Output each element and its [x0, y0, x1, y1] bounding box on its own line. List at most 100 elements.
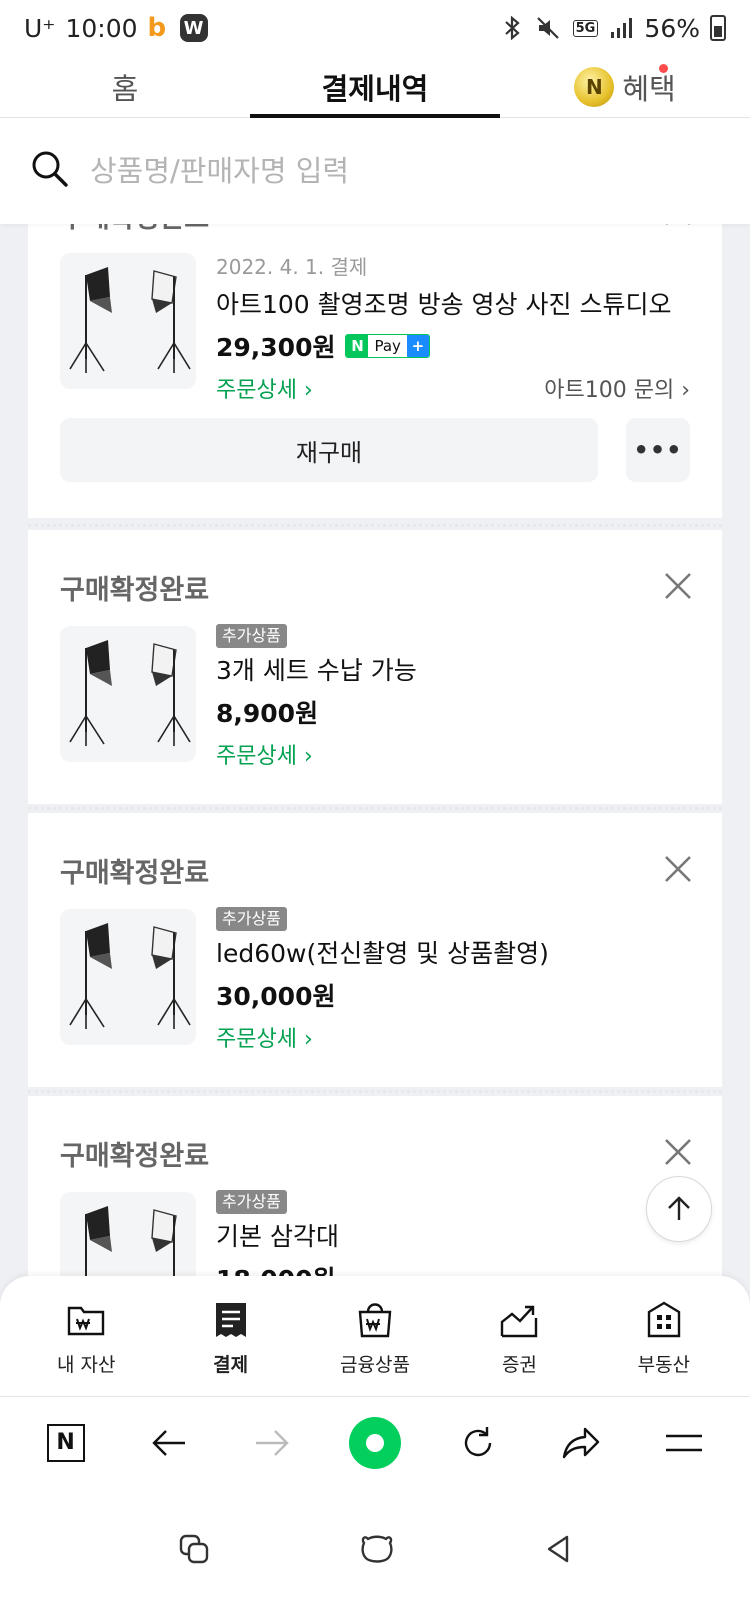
order-status: 구매확정완료	[60, 1141, 210, 1172]
forward-button[interactable]	[244, 1415, 300, 1471]
add-on-tag: 추가상품	[216, 1190, 287, 1214]
system-navigation-bar	[0, 1488, 750, 1609]
app-notification-w-icon: W	[179, 14, 208, 42]
search-bar	[0, 118, 750, 224]
order-status: 구매확정완료	[60, 224, 209, 235]
building-icon	[647, 1301, 681, 1338]
close-icon[interactable]	[662, 570, 694, 602]
nav-financial-products[interactable]: 금융상품	[303, 1276, 447, 1396]
notification-dot	[659, 64, 668, 73]
seller-inquiry-link[interactable]: 아트100 문의 ›	[544, 372, 690, 404]
browser-toolbar: N	[0, 1396, 750, 1488]
battery-icon	[710, 15, 726, 41]
receipt-icon	[215, 1303, 246, 1337]
product-price: 8,900원	[216, 699, 319, 728]
divider	[28, 1090, 722, 1093]
carrier-label: U⁺	[24, 13, 56, 43]
product-price: 29,300원	[216, 333, 336, 362]
product-thumbnail[interactable]	[60, 909, 196, 1045]
green-dot-icon	[348, 1416, 401, 1469]
scroll-to-top-button[interactable]	[646, 1176, 712, 1242]
order-card: 구매확정완료 추가상품 led60w(전신촬영 및 상품촬영) 30,000원 …	[28, 813, 722, 1087]
search-input[interactable]	[90, 154, 690, 188]
refresh-button[interactable]	[450, 1415, 506, 1471]
npay-plus-label: +	[406, 335, 429, 357]
rebuy-button[interactable]: 재구매	[60, 418, 598, 482]
nav-label: 증권	[501, 1354, 537, 1376]
tab-benefits[interactable]: N 혜택	[500, 56, 750, 117]
order-detail-link[interactable]: 주문상세 ›	[216, 372, 313, 404]
product-thumbnail[interactable]	[60, 253, 196, 389]
naver-home-button[interactable]: N	[38, 1415, 94, 1471]
order-date: 2022. 4. 1. 결제	[216, 255, 368, 279]
order-status: 구매확정완료	[60, 575, 210, 606]
nav-securities[interactable]: 증권	[447, 1276, 591, 1396]
battery-percent: 56%	[644, 13, 700, 43]
product-name[interactable]: 3개 세트 수납 가능	[216, 652, 690, 690]
recent-apps-icon[interactable]	[178, 1533, 210, 1565]
folder-won-icon	[68, 1306, 105, 1336]
product-thumbnail[interactable]	[60, 626, 196, 762]
nav-label: 내 자산	[56, 1354, 116, 1376]
bottom-nav: 내 자산 결제 금융상품 증권 부동산	[0, 1276, 750, 1396]
nav-my-assets[interactable]: 내 자산	[14, 1276, 158, 1396]
product-name[interactable]: led60w(전신촬영 및 상품촬영)	[216, 935, 690, 973]
status-bar: U⁺ 10:00 b W 5G 56%	[0, 0, 750, 56]
menu-button[interactable]	[656, 1415, 712, 1471]
nav-payments[interactable]: 결제	[158, 1276, 302, 1396]
npay-plus-badge: N Pay +	[345, 334, 430, 358]
order-status: 구매확정완료	[60, 858, 210, 889]
stock-chart-icon	[501, 1305, 538, 1338]
share-arrow-icon	[563, 1427, 600, 1458]
product-price: 30,000원	[216, 982, 336, 1011]
seller-inquiry-label: 아트100 문의	[544, 378, 675, 403]
product-name[interactable]: 기본 삼각대	[216, 1218, 690, 1256]
tab-home[interactable]: 홈	[0, 56, 250, 117]
naver-coin-icon: N	[574, 66, 615, 107]
share-button[interactable]	[553, 1415, 609, 1471]
order-detail-label: 주문상세	[216, 378, 297, 403]
search-icon[interactable]	[30, 149, 70, 193]
order-card: 구매확정완료 추가상품 3개 세트 수납 가능 8,900원 주문상세 ›	[28, 530, 722, 804]
arrow-right-icon	[255, 1429, 289, 1456]
nav-label: 부동산	[637, 1354, 691, 1376]
close-icon[interactable]	[662, 224, 694, 228]
more-options-icon: •••	[633, 436, 683, 464]
order-info: 추가상품 led60w(전신촬영 및 상품촬영) 30,000원 주문상세 ›	[216, 907, 690, 1057]
tab-payments[interactable]: 결제내역	[250, 56, 500, 118]
tab-home-label: 홈	[111, 71, 139, 106]
green-dot-button[interactable]	[347, 1415, 403, 1471]
app-notification-b-icon: b	[147, 13, 167, 43]
back-button[interactable]	[141, 1415, 197, 1471]
top-tabs: 홈 결제내역 N 혜택	[0, 56, 750, 118]
arrow-left-icon	[152, 1429, 185, 1456]
nav-label: 결제	[213, 1354, 249, 1376]
hamburger-menu-icon	[666, 1434, 703, 1451]
order-info: 2022. 4. 1. 결제 아트100 촬영조명 방송 영상 사진 스튜디오 …	[216, 252, 690, 408]
clock: 10:00	[65, 13, 138, 43]
home-bear-icon[interactable]	[360, 1533, 394, 1565]
divider	[28, 807, 722, 810]
more-options-button[interactable]: •••	[626, 418, 690, 482]
add-on-tag: 추가상품	[216, 624, 287, 648]
add-on-tag: 추가상품	[216, 907, 287, 931]
shopping-bag-won-icon	[358, 1303, 392, 1338]
order-card: 구매확정완료 2022. 4. 1. 결제 아트100 촬영조명 방송 영상 사…	[28, 224, 722, 518]
network-type-label: 5G	[572, 19, 599, 37]
close-icon[interactable]	[662, 1136, 694, 1168]
order-detail-link[interactable]: 주문상세 ›	[216, 738, 313, 770]
order-detail-link[interactable]: 주문상세 ›	[216, 1021, 313, 1053]
nav-real-estate[interactable]: 부동산	[592, 1276, 736, 1396]
network-5g-icon: 5G	[572, 15, 599, 41]
back-triangle-icon[interactable]	[544, 1533, 572, 1565]
nav-label: 금융상품	[340, 1354, 410, 1376]
signal-icon	[608, 15, 634, 41]
product-name[interactable]: 아트100 촬영조명 방송 영상 사진 스튜디오	[216, 286, 690, 324]
npay-n-label: N	[346, 335, 369, 357]
order-info: 추가상품 3개 세트 수납 가능 8,900원 주문상세 ›	[216, 624, 690, 774]
order-list: 구매확정완료 2022. 4. 1. 결제 아트100 촬영조명 방송 영상 사…	[28, 224, 722, 1310]
npay-pay-label: Pay	[374, 337, 401, 355]
order-detail-label: 주문상세	[216, 1027, 297, 1052]
bluetooth-icon	[500, 15, 526, 41]
close-icon[interactable]	[662, 853, 694, 885]
